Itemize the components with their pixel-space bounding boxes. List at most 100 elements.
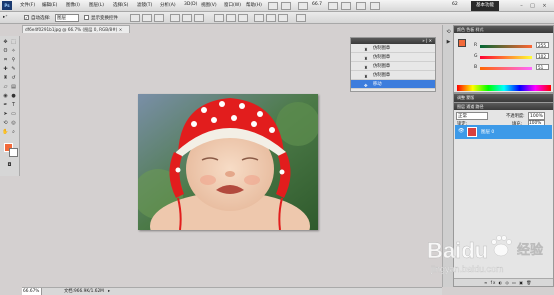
b-value-input[interactable]: 51: [536, 64, 549, 70]
menu-image[interactable]: 图像(I): [66, 2, 80, 8]
3d-rotate-icon[interactable]: ⟲: [2, 120, 9, 127]
history-item-active[interactable]: ✥ 移动: [351, 80, 435, 89]
align-top-icon[interactable]: [130, 14, 140, 22]
clone-stamp-icon: ♜: [364, 57, 368, 62]
shape-tool-icon[interactable]: ▭: [10, 111, 17, 118]
color-panel-foreground-swatch[interactable]: [458, 39, 466, 47]
gradient-icon[interactable]: ▤: [10, 84, 17, 91]
menu-filter[interactable]: 滤镜(T): [137, 2, 152, 8]
document-size-info: 文档:966.9K/1.62M: [64, 289, 104, 294]
auto-select-dropdown[interactable]: 图层: [55, 14, 79, 22]
menu-file[interactable]: 文件(F): [20, 2, 35, 8]
layers-panel-header[interactable]: 图层 通道 路径: [454, 103, 553, 110]
layer-action-icons[interactable]: ∞ fx ◐ ◎ ▭ ▣ 🗑: [484, 280, 532, 285]
quick-mask-icon[interactable]: ◘: [6, 162, 13, 169]
color-panel-header[interactable]: 颜色 色板 样式: [454, 26, 553, 33]
watermark-url-text: jingyan.baidu.com: [430, 264, 504, 274]
distribute-bottom-icon[interactable]: [238, 14, 248, 22]
minibridge-icon[interactable]: [281, 2, 291, 10]
move-tool-icon[interactable]: ✥: [2, 39, 9, 46]
menu-help[interactable]: 帮助(H): [246, 2, 262, 8]
essentials-workspace-button[interactable]: 基本功能: [471, 1, 499, 11]
menu-3d[interactable]: 3D(D): [184, 2, 197, 7]
watermark-brand-text: Baidu: [427, 238, 488, 263]
g-slider[interactable]: [480, 56, 532, 59]
zoom-tool-icon[interactable]: [341, 2, 351, 10]
3d-orbit-icon[interactable]: ◎: [10, 120, 17, 127]
history-panel-icon[interactable]: ⟲: [445, 29, 452, 36]
auto-select-checkbox[interactable]: ✓: [24, 15, 29, 20]
actions-panel-icon[interactable]: ▶: [445, 39, 452, 46]
hand-tool-icon[interactable]: ✋: [2, 129, 9, 136]
r-label: R: [474, 43, 478, 48]
menu-edit[interactable]: 编辑(E): [42, 2, 57, 8]
menu-analysis[interactable]: 分析(A): [160, 2, 176, 8]
eraser-icon[interactable]: ▱: [2, 84, 9, 91]
zoom-level-icon[interactable]: [298, 2, 308, 10]
r-value-input[interactable]: 255: [536, 42, 549, 48]
align-bottom-icon[interactable]: [154, 14, 164, 22]
document-tab[interactable]: df6e4f0291b1jpg @ 66.7% (图层 0, RGB/8#) ×: [22, 25, 130, 33]
path-select-icon[interactable]: ➤: [2, 111, 9, 118]
eyedropper-icon[interactable]: ⚲: [10, 57, 17, 64]
screen-mode-icon[interactable]: [370, 2, 380, 10]
type-tool-icon[interactable]: T: [10, 102, 17, 109]
layer-row-selected[interactable]: 👁 图层 0: [455, 125, 552, 139]
healing-brush-icon[interactable]: ✚: [2, 66, 9, 73]
arrange-icon[interactable]: [356, 2, 366, 10]
bridge-icon[interactable]: [268, 2, 278, 10]
zoom-tool-icon[interactable]: ⌕: [10, 129, 17, 136]
minimize-button[interactable]: –: [517, 2, 526, 10]
layer-name[interactable]: 图层 0: [481, 129, 494, 135]
distribute-vcenter-icon[interactable]: [226, 14, 236, 22]
pen-tool-icon[interactable]: ✒: [2, 102, 9, 109]
magic-wand-icon[interactable]: ✧: [10, 48, 17, 55]
options-bar: ▸⁺ ✓ 自动选择: 图层 显示变换控件: [0, 12, 554, 24]
status-zoom-input[interactable]: 66.67%: [22, 288, 42, 295]
menu-window[interactable]: 窗口(W): [224, 2, 241, 8]
move-tool-icon[interactable]: ▸⁺: [3, 15, 8, 20]
distribute-right-icon[interactable]: [278, 14, 288, 22]
brush-tool-icon[interactable]: ✎: [10, 66, 17, 73]
align-hcenter-icon[interactable]: [182, 14, 192, 22]
menu-layer[interactable]: 图层(L): [89, 2, 104, 8]
history-item[interactable]: ♜ 仿制图章: [351, 62, 435, 71]
eye-icon[interactable]: 👁: [458, 128, 464, 134]
r-slider[interactable]: [480, 45, 532, 48]
align-vcenter-icon[interactable]: [142, 14, 152, 22]
menu-select[interactable]: 选择(S): [113, 2, 128, 8]
blur-tool-icon[interactable]: ◉: [2, 93, 9, 100]
align-left-icon[interactable]: [170, 14, 180, 22]
history-item[interactable]: ♜ 仿制图章: [351, 53, 435, 62]
marquee-tool-icon[interactable]: ⬚: [10, 39, 17, 46]
distribute-top-icon[interactable]: [214, 14, 224, 22]
history-item[interactable]: ♜ 仿制图章: [351, 71, 435, 80]
baby-photo[interactable]: [138, 94, 318, 230]
close-button[interactable]: ×: [540, 2, 549, 10]
adjustments-panel-header[interactable]: 调整 蒙版: [454, 94, 553, 102]
color-spectrum-bar[interactable]: [457, 85, 551, 91]
history-item[interactable]: ♜ 仿制图章: [351, 44, 435, 53]
baidu-logo: Baidu 经验 jingyan.baidu.com: [427, 235, 544, 274]
zoom-level[interactable]: 66.7: [312, 2, 322, 7]
opacity-input[interactable]: 100%: [528, 112, 545, 120]
b-slider[interactable]: [480, 67, 532, 70]
lasso-tool-icon[interactable]: ʘ: [2, 48, 9, 55]
menu-view[interactable]: 视图(V): [201, 2, 217, 8]
distribute-hcenter-icon[interactable]: [266, 14, 276, 22]
background-color-swatch[interactable]: [9, 148, 18, 157]
dodge-tool-icon[interactable]: ●: [10, 93, 17, 100]
maximize-button[interactable]: □: [528, 2, 537, 10]
hand-icon[interactable]: [328, 2, 338, 10]
clone-stamp-icon[interactable]: ♜: [2, 75, 9, 82]
distribute-left-icon[interactable]: [254, 14, 264, 22]
status-arrow-icon[interactable]: ▸: [108, 288, 110, 295]
g-value-input[interactable]: 102: [536, 53, 549, 59]
history-brush-icon[interactable]: ↺: [10, 75, 17, 82]
auto-align-icon[interactable]: [296, 14, 306, 22]
align-right-icon[interactable]: [194, 14, 204, 22]
show-transform-checkbox[interactable]: [84, 15, 89, 20]
crop-tool-icon[interactable]: ⌗: [2, 57, 9, 64]
blend-mode-dropdown[interactable]: 正常: [456, 112, 488, 120]
adjustments-panel: 调整 蒙版: [453, 93, 554, 102]
